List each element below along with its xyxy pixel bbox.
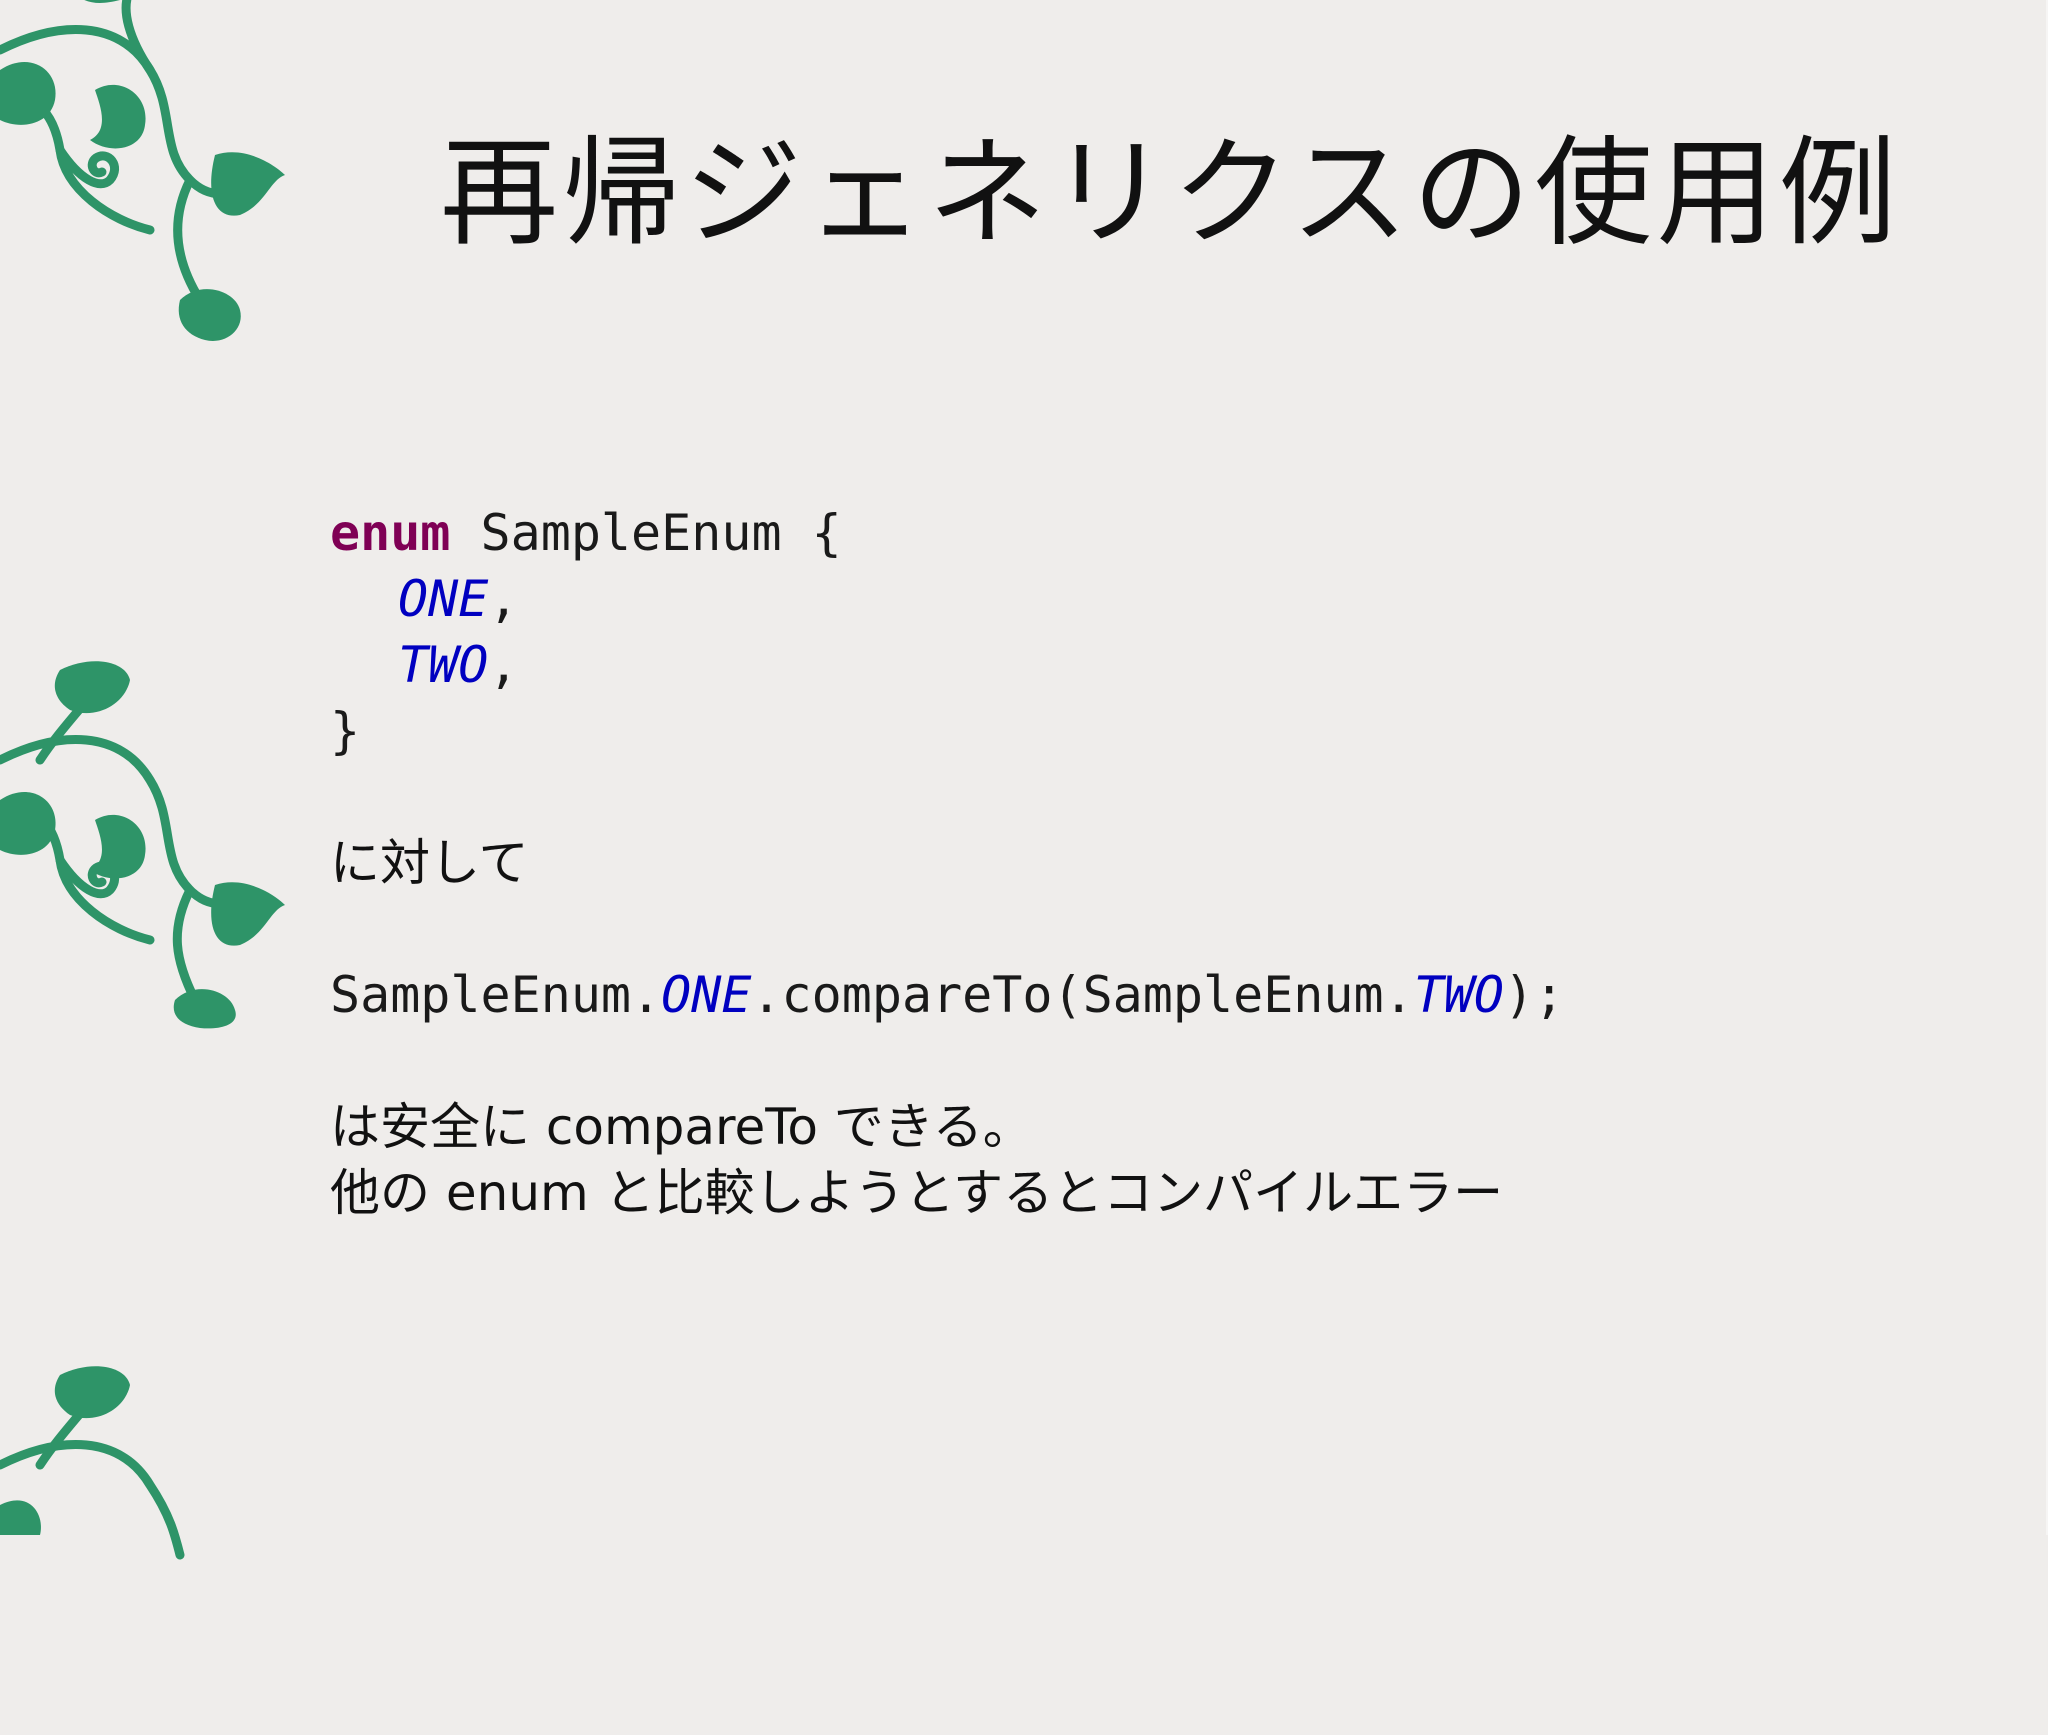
code-keyword-enum: enum [330,504,451,562]
vine-ornament-bottom [0,1355,300,1735]
vine-icon [0,0,285,341]
code-constant-one: ONE [398,570,489,628]
vine-icon [0,1366,185,1560]
code-type-name: SampleEnum { [450,504,842,562]
slide-content: enum SampleEnum { ONE, TWO, } に対して Sampl… [330,500,2010,1226]
code-compare-const-one: ONE [661,966,752,1024]
slide-title: 再帰ジェネリクスの使用例 [440,124,1901,262]
code-compare-const-two: TWO [1413,966,1505,1024]
code-comma: , [488,570,519,628]
text-safe-compare: は安全に compareTo できる。 [330,1098,1033,1156]
vine-ornament-middle [0,650,300,1030]
code-line-compare: SampleEnum.ONE.compareTo(SampleEnum.TWO)… [330,962,2010,1028]
vine-ornament-top [0,0,300,360]
code-line-enum-declaration: enum SampleEnum { [330,500,2010,566]
vine-icon [0,661,285,1029]
enum-code-block: enum SampleEnum { ONE, TWO, } [330,500,2010,764]
code-line-close-brace: } [330,702,361,760]
code-compare-part2: .compareTo(SampleEnum. [751,966,1414,1024]
text-compile-error: 他の enum と比較しようとするとコンパイルエラー [330,1164,1504,1222]
code-compare-part1: SampleEnum. [330,966,662,1024]
code-line-one: ONE, [330,566,2010,632]
code-constant-two: TWO [398,636,489,694]
code-comma: , [488,636,519,694]
text-against: に対して [330,834,529,892]
code-line-two: TWO, [330,632,2010,698]
code-compare-part3: ); [1504,966,1565,1024]
